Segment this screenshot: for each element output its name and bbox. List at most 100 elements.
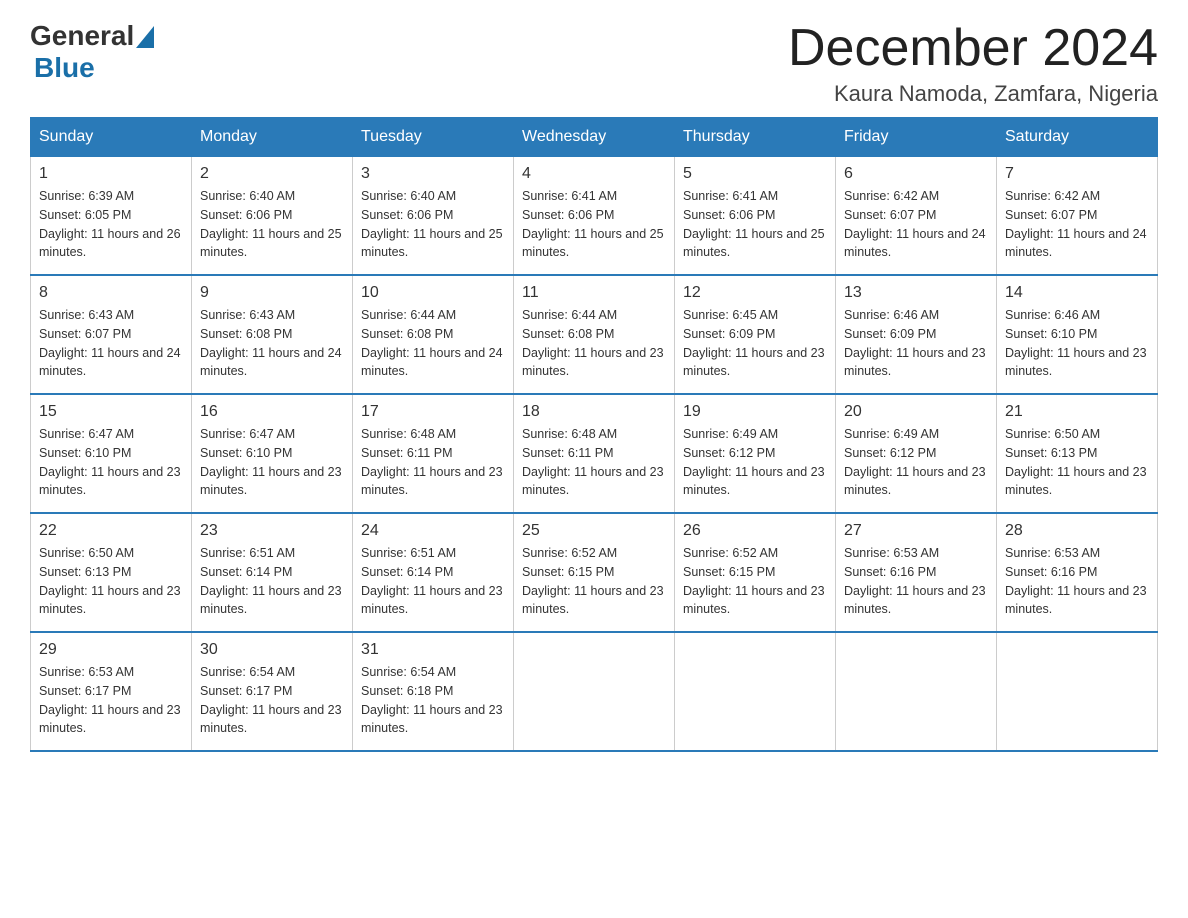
calendar-cell (514, 632, 675, 751)
day-number: 11 (522, 284, 666, 302)
calendar-cell: 24 Sunrise: 6:51 AM Sunset: 6:14 PM Dayl… (353, 513, 514, 632)
day-info: Sunrise: 6:49 AM Sunset: 6:12 PM Dayligh… (844, 425, 988, 500)
day-number: 2 (200, 165, 344, 183)
calendar-cell: 21 Sunrise: 6:50 AM Sunset: 6:13 PM Dayl… (997, 394, 1158, 513)
day-number: 8 (39, 284, 183, 302)
day-number: 17 (361, 403, 505, 421)
calendar-week-4: 22 Sunrise: 6:50 AM Sunset: 6:13 PM Dayl… (31, 513, 1158, 632)
day-number: 12 (683, 284, 827, 302)
day-number: 1 (39, 165, 183, 183)
day-info: Sunrise: 6:43 AM Sunset: 6:07 PM Dayligh… (39, 306, 183, 381)
day-number: 4 (522, 165, 666, 183)
day-number: 30 (200, 641, 344, 659)
calendar-cell: 29 Sunrise: 6:53 AM Sunset: 6:17 PM Dayl… (31, 632, 192, 751)
calendar-cell: 17 Sunrise: 6:48 AM Sunset: 6:11 PM Dayl… (353, 394, 514, 513)
logo-triangle-icon (136, 26, 154, 48)
day-info: Sunrise: 6:42 AM Sunset: 6:07 PM Dayligh… (844, 187, 988, 262)
calendar-cell: 1 Sunrise: 6:39 AM Sunset: 6:05 PM Dayli… (31, 157, 192, 276)
day-number: 5 (683, 165, 827, 183)
day-info: Sunrise: 6:40 AM Sunset: 6:06 PM Dayligh… (200, 187, 344, 262)
calendar-header: Sunday Monday Tuesday Wednesday Thursday… (31, 118, 1158, 157)
title-section: December 2024 Kaura Namoda, Zamfara, Nig… (788, 20, 1158, 107)
day-number: 27 (844, 522, 988, 540)
day-info: Sunrise: 6:51 AM Sunset: 6:14 PM Dayligh… (361, 544, 505, 619)
calendar-cell: 13 Sunrise: 6:46 AM Sunset: 6:09 PM Dayl… (836, 275, 997, 394)
location: Kaura Namoda, Zamfara, Nigeria (788, 81, 1158, 107)
logo-general: General (30, 20, 154, 52)
day-number: 18 (522, 403, 666, 421)
day-number: 26 (683, 522, 827, 540)
day-number: 16 (200, 403, 344, 421)
day-info: Sunrise: 6:44 AM Sunset: 6:08 PM Dayligh… (522, 306, 666, 381)
day-number: 6 (844, 165, 988, 183)
calendar-cell: 23 Sunrise: 6:51 AM Sunset: 6:14 PM Dayl… (192, 513, 353, 632)
calendar-cell (836, 632, 997, 751)
calendar-cell: 18 Sunrise: 6:48 AM Sunset: 6:11 PM Dayl… (514, 394, 675, 513)
day-info: Sunrise: 6:53 AM Sunset: 6:16 PM Dayligh… (844, 544, 988, 619)
calendar-week-1: 1 Sunrise: 6:39 AM Sunset: 6:05 PM Dayli… (31, 157, 1158, 276)
calendar-cell (675, 632, 836, 751)
calendar-cell: 19 Sunrise: 6:49 AM Sunset: 6:12 PM Dayl… (675, 394, 836, 513)
month-title: December 2024 (788, 20, 1158, 77)
calendar-body: 1 Sunrise: 6:39 AM Sunset: 6:05 PM Dayli… (31, 157, 1158, 752)
day-number: 25 (522, 522, 666, 540)
col-wednesday: Wednesday (514, 118, 675, 157)
header-row: Sunday Monday Tuesday Wednesday Thursday… (31, 118, 1158, 157)
day-info: Sunrise: 6:46 AM Sunset: 6:10 PM Dayligh… (1005, 306, 1149, 381)
day-info: Sunrise: 6:46 AM Sunset: 6:09 PM Dayligh… (844, 306, 988, 381)
calendar-cell: 28 Sunrise: 6:53 AM Sunset: 6:16 PM Dayl… (997, 513, 1158, 632)
calendar-cell: 10 Sunrise: 6:44 AM Sunset: 6:08 PM Dayl… (353, 275, 514, 394)
col-monday: Monday (192, 118, 353, 157)
page-header: General Blue December 2024 Kaura Namoda,… (30, 20, 1158, 107)
col-saturday: Saturday (997, 118, 1158, 157)
day-info: Sunrise: 6:45 AM Sunset: 6:09 PM Dayligh… (683, 306, 827, 381)
day-info: Sunrise: 6:43 AM Sunset: 6:08 PM Dayligh… (200, 306, 344, 381)
calendar-cell: 8 Sunrise: 6:43 AM Sunset: 6:07 PM Dayli… (31, 275, 192, 394)
col-sunday: Sunday (31, 118, 192, 157)
calendar-cell: 9 Sunrise: 6:43 AM Sunset: 6:08 PM Dayli… (192, 275, 353, 394)
calendar-cell: 30 Sunrise: 6:54 AM Sunset: 6:17 PM Dayl… (192, 632, 353, 751)
calendar-table: Sunday Monday Tuesday Wednesday Thursday… (30, 117, 1158, 752)
day-number: 13 (844, 284, 988, 302)
day-number: 31 (361, 641, 505, 659)
day-number: 21 (1005, 403, 1149, 421)
calendar-week-2: 8 Sunrise: 6:43 AM Sunset: 6:07 PM Dayli… (31, 275, 1158, 394)
calendar-cell: 31 Sunrise: 6:54 AM Sunset: 6:18 PM Dayl… (353, 632, 514, 751)
day-number: 10 (361, 284, 505, 302)
day-number: 22 (39, 522, 183, 540)
logo-blue: Blue (30, 52, 154, 84)
calendar-cell: 5 Sunrise: 6:41 AM Sunset: 6:06 PM Dayli… (675, 157, 836, 276)
calendar-cell: 12 Sunrise: 6:45 AM Sunset: 6:09 PM Dayl… (675, 275, 836, 394)
day-info: Sunrise: 6:52 AM Sunset: 6:15 PM Dayligh… (683, 544, 827, 619)
day-info: Sunrise: 6:49 AM Sunset: 6:12 PM Dayligh… (683, 425, 827, 500)
day-number: 28 (1005, 522, 1149, 540)
calendar-cell: 25 Sunrise: 6:52 AM Sunset: 6:15 PM Dayl… (514, 513, 675, 632)
day-info: Sunrise: 6:50 AM Sunset: 6:13 PM Dayligh… (39, 544, 183, 619)
calendar-cell: 4 Sunrise: 6:41 AM Sunset: 6:06 PM Dayli… (514, 157, 675, 276)
day-info: Sunrise: 6:53 AM Sunset: 6:16 PM Dayligh… (1005, 544, 1149, 619)
calendar-cell: 27 Sunrise: 6:53 AM Sunset: 6:16 PM Dayl… (836, 513, 997, 632)
calendar-week-5: 29 Sunrise: 6:53 AM Sunset: 6:17 PM Dayl… (31, 632, 1158, 751)
calendar-cell: 14 Sunrise: 6:46 AM Sunset: 6:10 PM Dayl… (997, 275, 1158, 394)
day-number: 23 (200, 522, 344, 540)
day-info: Sunrise: 6:54 AM Sunset: 6:18 PM Dayligh… (361, 663, 505, 738)
day-number: 29 (39, 641, 183, 659)
calendar-cell: 15 Sunrise: 6:47 AM Sunset: 6:10 PM Dayl… (31, 394, 192, 513)
calendar-cell: 22 Sunrise: 6:50 AM Sunset: 6:13 PM Dayl… (31, 513, 192, 632)
calendar-cell: 6 Sunrise: 6:42 AM Sunset: 6:07 PM Dayli… (836, 157, 997, 276)
calendar-cell: 16 Sunrise: 6:47 AM Sunset: 6:10 PM Dayl… (192, 394, 353, 513)
col-tuesday: Tuesday (353, 118, 514, 157)
day-number: 14 (1005, 284, 1149, 302)
calendar-cell: 3 Sunrise: 6:40 AM Sunset: 6:06 PM Dayli… (353, 157, 514, 276)
day-info: Sunrise: 6:51 AM Sunset: 6:14 PM Dayligh… (200, 544, 344, 619)
day-number: 24 (361, 522, 505, 540)
day-info: Sunrise: 6:50 AM Sunset: 6:13 PM Dayligh… (1005, 425, 1149, 500)
day-info: Sunrise: 6:40 AM Sunset: 6:06 PM Dayligh… (361, 187, 505, 262)
day-info: Sunrise: 6:47 AM Sunset: 6:10 PM Dayligh… (39, 425, 183, 500)
day-info: Sunrise: 6:42 AM Sunset: 6:07 PM Dayligh… (1005, 187, 1149, 262)
day-info: Sunrise: 6:52 AM Sunset: 6:15 PM Dayligh… (522, 544, 666, 619)
day-number: 3 (361, 165, 505, 183)
day-info: Sunrise: 6:53 AM Sunset: 6:17 PM Dayligh… (39, 663, 183, 738)
day-number: 9 (200, 284, 344, 302)
calendar-cell (997, 632, 1158, 751)
